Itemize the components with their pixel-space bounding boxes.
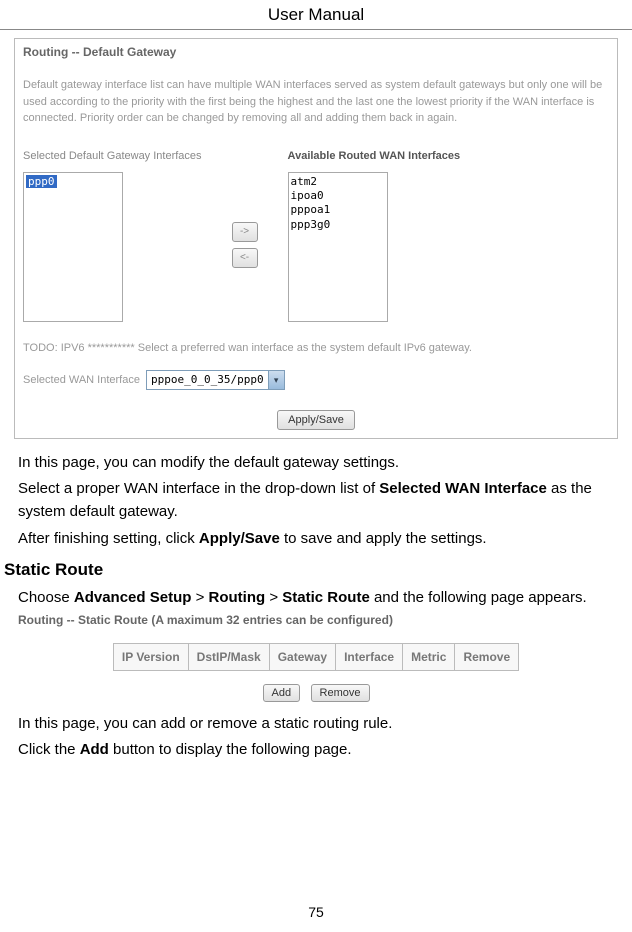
selected-label: Selected Default Gateway Interfaces — [23, 149, 202, 164]
text-line: Select a proper WAN interface in the dro… — [18, 477, 614, 524]
table-header: Gateway — [270, 644, 336, 670]
selected-list-item[interactable]: ppp0 — [26, 175, 57, 188]
list-item[interactable]: ipoa0 — [291, 189, 385, 203]
move-left-button[interactable]: <- — [232, 248, 258, 268]
text-line: In this page, you can modify the default… — [18, 451, 614, 474]
table-header: Remove — [455, 644, 518, 670]
table-header: IP Version — [114, 644, 189, 670]
interface-columns: Selected Default Gateway Interfaces ppp0… — [23, 149, 609, 322]
table-header: Interface — [336, 644, 403, 670]
selected-column: Selected Default Gateway Interfaces ppp0 — [23, 149, 202, 322]
available-column: Available Routed WAN Interfaces atm2 ipo… — [288, 149, 461, 322]
arrow-buttons: -> <- — [232, 149, 258, 322]
routing-gateway-screenshot: Routing -- Default Gateway Default gatew… — [14, 38, 618, 439]
available-listbox[interactable]: atm2 ipoa0 pppoa1 ppp3g0 — [288, 172, 388, 322]
text-line: In this page, you can add or remove a st… — [18, 712, 614, 735]
routing-title: Routing -- Default Gateway — [23, 45, 609, 59]
body-paragraph-2: Choose Advanced Setup > Routing > Static… — [0, 586, 632, 609]
body-paragraph-1: In this page, you can modify the default… — [0, 451, 632, 550]
selected-wan-row: Selected WAN Interface pppoe_0_0_35/ppp0… — [23, 370, 609, 390]
chevron-down-icon: ▾ — [268, 371, 284, 389]
dropdown-value: pppoe_0_0_35/ppp0 — [147, 373, 268, 386]
move-right-button[interactable]: -> — [232, 222, 258, 242]
selected-listbox[interactable]: ppp0 — [23, 172, 123, 322]
apply-save-button[interactable]: Apply/Save — [277, 410, 355, 430]
todo-text: TODO: IPV6 *********** Select a preferre… — [23, 342, 609, 354]
text-line: Choose Advanced Setup > Routing > Static… — [18, 586, 614, 609]
static-route-screenshot: Routing -- Static Route (A maximum 32 en… — [18, 613, 614, 702]
page-header: User Manual — [0, 0, 632, 30]
page-number: 75 — [0, 904, 632, 920]
add-button[interactable]: Add — [263, 684, 301, 702]
list-item[interactable]: ppp3g0 — [291, 218, 385, 232]
wan-interface-label: Selected WAN Interface — [23, 374, 140, 386]
list-item[interactable]: pppoa1 — [291, 203, 385, 217]
body-paragraph-3: In this page, you can add or remove a st… — [0, 712, 632, 762]
available-label: Available Routed WAN Interfaces — [288, 149, 461, 164]
table-header: DstIP/Mask — [189, 644, 270, 670]
text-line: After finishing setting, click Apply/Sav… — [18, 527, 614, 550]
static-route-heading: Static Route — [4, 560, 632, 580]
routing-description: Default gateway interface list can have … — [23, 77, 609, 127]
static-route-title: Routing -- Static Route (A maximum 32 en… — [18, 613, 614, 627]
list-item[interactable]: atm2 — [291, 175, 385, 189]
static-route-table: IP Version DstIP/Mask Gateway Interface … — [113, 643, 519, 671]
text-line: Click the Add button to display the foll… — [18, 738, 614, 761]
wan-interface-dropdown[interactable]: pppoe_0_0_35/ppp0 ▾ — [146, 370, 285, 390]
table-button-row: Add Remove — [18, 683, 614, 702]
remove-button[interactable]: Remove — [311, 684, 370, 702]
table-header: Metric — [403, 644, 455, 670]
